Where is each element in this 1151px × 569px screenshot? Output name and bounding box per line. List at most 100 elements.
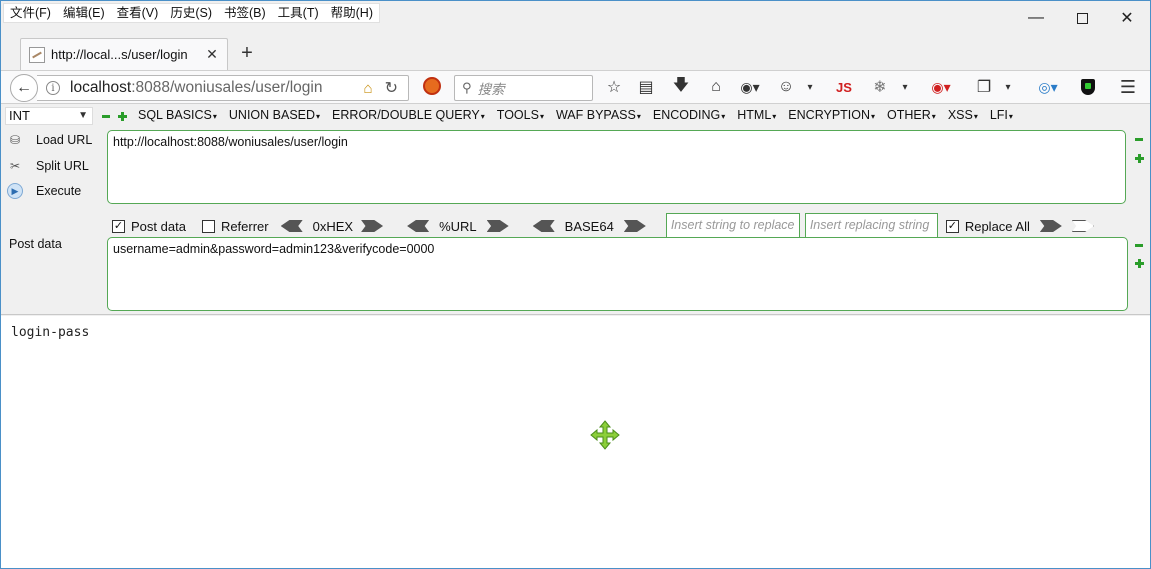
- menu-encoding[interactable]: ENCODING: [653, 108, 725, 122]
- menu-help[interactable]: 帮助(H): [325, 4, 379, 22]
- url-host: localhost: [70, 79, 132, 96]
- maximize-button[interactable]: [1059, 7, 1105, 29]
- homepage-icon[interactable]: ⌂: [364, 80, 373, 97]
- cookie-dropdown-icon[interactable]: ▾: [803, 77, 817, 97]
- menu-bar: 文件(F) 编辑(E) 查看(V) 历史(S) 书签(B) 工具(T) 帮助(H…: [3, 3, 380, 23]
- injection-type-select[interactable]: INT ▼: [5, 107, 93, 125]
- url-text[interactable]: localhost:8088/woniusales/user/login: [70, 79, 364, 97]
- post-data-label: Post data: [9, 237, 62, 251]
- copy-dropdown-icon[interactable]: ▾: [1001, 77, 1015, 97]
- download-icon[interactable]: 🡇: [671, 77, 691, 97]
- menu-encryption[interactable]: ENCRYPTION: [788, 108, 875, 122]
- addon-globe-icon[interactable]: ◉▾: [736, 77, 764, 97]
- post-decrease-icon[interactable]: [1135, 244, 1143, 247]
- menu-bookmarks[interactable]: 书签(B): [218, 4, 272, 22]
- tab-title: http://local...s/user/login: [51, 47, 188, 62]
- execute-button[interactable]: ▶ Execute: [7, 183, 81, 199]
- move-cursor-icon: [590, 420, 620, 450]
- hex-encode-arrow-icon[interactable]: [361, 220, 384, 232]
- new-tab-button[interactable]: +: [235, 42, 259, 65]
- tab-strip: http://local...s/user/login ✕ +: [1, 34, 1150, 70]
- bookmark-star-icon[interactable]: ☆: [604, 77, 624, 97]
- shield-icon[interactable]: [1077, 77, 1099, 97]
- increase-icon[interactable]: [118, 112, 127, 121]
- base64-encode-arrow-icon[interactable]: [623, 220, 646, 232]
- hamburger-menu-icon[interactable]: ☰: [1117, 77, 1139, 97]
- url-decode-arrow-icon[interactable]: [407, 220, 430, 232]
- javascript-toggle-icon[interactable]: JS: [833, 77, 855, 97]
- load-url-label: Load URL: [36, 133, 93, 147]
- title-bar: 文件(F) 编辑(E) 查看(V) 历史(S) 书签(B) 工具(T) 帮助(H…: [1, 1, 1150, 34]
- execute-play-icon: ▶: [7, 183, 23, 199]
- execute-label: Execute: [36, 184, 82, 198]
- menu-file[interactable]: 文件(F): [4, 4, 57, 22]
- copy-icon[interactable]: ❐: [973, 77, 995, 97]
- menu-history[interactable]: 历史(S): [164, 4, 218, 22]
- url-encode-arrow-icon[interactable]: [486, 220, 509, 232]
- url-increase-icon[interactable]: [1135, 154, 1144, 163]
- load-url-icon: ⛁: [9, 133, 21, 147]
- menu-edit[interactable]: 编辑(E): [57, 4, 111, 22]
- translate-icon[interactable]: ◎▾: [1031, 77, 1065, 97]
- response-text: login-pass: [11, 325, 90, 340]
- base64-decode-arrow-icon[interactable]: [532, 220, 555, 232]
- load-url-button[interactable]: ⛁ Load URL: [7, 132, 92, 148]
- decrease-icon[interactable]: [102, 115, 110, 118]
- menu-error-double-query[interactable]: ERROR/DOUBLE QUERY: [332, 108, 485, 122]
- chevron-down-icon: ▼: [78, 110, 88, 121]
- replace-string-input[interactable]: Insert string to replace: [665, 213, 800, 239]
- url-bar[interactable]: i localhost:8088/woniusales/user/login ⌂…: [37, 75, 409, 101]
- back-button[interactable]: ←: [10, 74, 38, 102]
- info-icon[interactable]: i: [46, 81, 60, 95]
- hex-decode-arrow-icon[interactable]: [280, 220, 303, 232]
- replace-right-arrow-icon[interactable]: [1039, 220, 1062, 232]
- reload-icon[interactable]: ↻: [385, 78, 398, 98]
- bug-dropdown-icon[interactable]: ▾: [898, 77, 912, 97]
- search-placeholder: 搜索: [477, 82, 505, 97]
- hackbar-menu-row: SQL BASICS UNION BASED ERROR/DOUBLE QUER…: [138, 108, 1025, 122]
- menu-html[interactable]: HTML: [737, 108, 776, 122]
- bug-icon[interactable]: ❄: [869, 77, 891, 97]
- replace-last-arrow-icon[interactable]: [1071, 220, 1094, 232]
- home-icon[interactable]: ⌂: [706, 77, 726, 97]
- menu-other[interactable]: OTHER: [887, 108, 936, 122]
- back-arrow-icon: ←: [16, 79, 32, 96]
- tab-login[interactable]: http://local...s/user/login ✕: [20, 38, 228, 70]
- tab-close-icon[interactable]: ✕: [203, 46, 221, 63]
- menu-view[interactable]: 查看(V): [111, 4, 165, 22]
- split-url-label: Split URL: [36, 159, 89, 173]
- reading-list-icon[interactable]: ▤: [636, 77, 656, 97]
- hackbar-options-row: ✓ Post data Referrer 0xHEX %URL BASE64 I…: [112, 213, 1094, 239]
- menu-tools-hb[interactable]: TOOLS: [497, 108, 544, 122]
- post-increase-icon[interactable]: [1135, 259, 1144, 268]
- blocker-icon[interactable]: [423, 77, 441, 95]
- menu-xss[interactable]: XSS: [948, 108, 978, 122]
- menu-tools[interactable]: 工具(T): [272, 4, 325, 22]
- hex-label: 0xHEX: [312, 218, 354, 234]
- page-favicon-icon: [29, 46, 45, 63]
- injection-type-value: INT: [9, 108, 30, 123]
- replace-all-label: Replace All: [964, 218, 1030, 234]
- hackbar-toggle-icon[interactable]: ◉▾: [926, 77, 956, 97]
- post-data-checkbox[interactable]: ✓: [112, 219, 125, 233]
- search-input[interactable]: ⚲ 搜索: [454, 75, 593, 101]
- menu-sql-basics[interactable]: SQL BASICS: [138, 108, 217, 122]
- post-data-textarea[interactable]: username=admin&password=admin123&verifyc…: [107, 237, 1128, 311]
- replacing-string-input[interactable]: Insert replacing string: [804, 213, 938, 239]
- close-window-button[interactable]: ✕: [1104, 7, 1150, 29]
- menu-lfi[interactable]: LFI: [990, 108, 1013, 122]
- search-icon: ⚲: [462, 80, 472, 95]
- url-decrease-icon[interactable]: [1135, 138, 1143, 141]
- referrer-checkbox[interactable]: [201, 219, 215, 233]
- minimize-button[interactable]: —: [1013, 7, 1059, 29]
- base64-label: BASE64: [564, 218, 614, 234]
- hackbar-panel: INT ▼ SQL BASICS UNION BASED ERROR/DOUBL…: [1, 104, 1150, 315]
- replace-all-checkbox[interactable]: ✓: [945, 219, 959, 233]
- cookie-icon[interactable]: ☺: [775, 77, 797, 97]
- split-url-button[interactable]: ✂ Split URL: [7, 158, 89, 174]
- menu-waf-bypass[interactable]: WAF BYPASS: [556, 108, 641, 122]
- browser-window: 文件(F) 编辑(E) 查看(V) 历史(S) 书签(B) 工具(T) 帮助(H…: [0, 0, 1151, 569]
- menu-union-based[interactable]: UNION BASED: [229, 108, 320, 122]
- url-textarea[interactable]: http://localhost:8088/woniusales/user/lo…: [107, 130, 1126, 204]
- navigation-bar: i localhost:8088/woniusales/user/login ⌂…: [1, 70, 1150, 104]
